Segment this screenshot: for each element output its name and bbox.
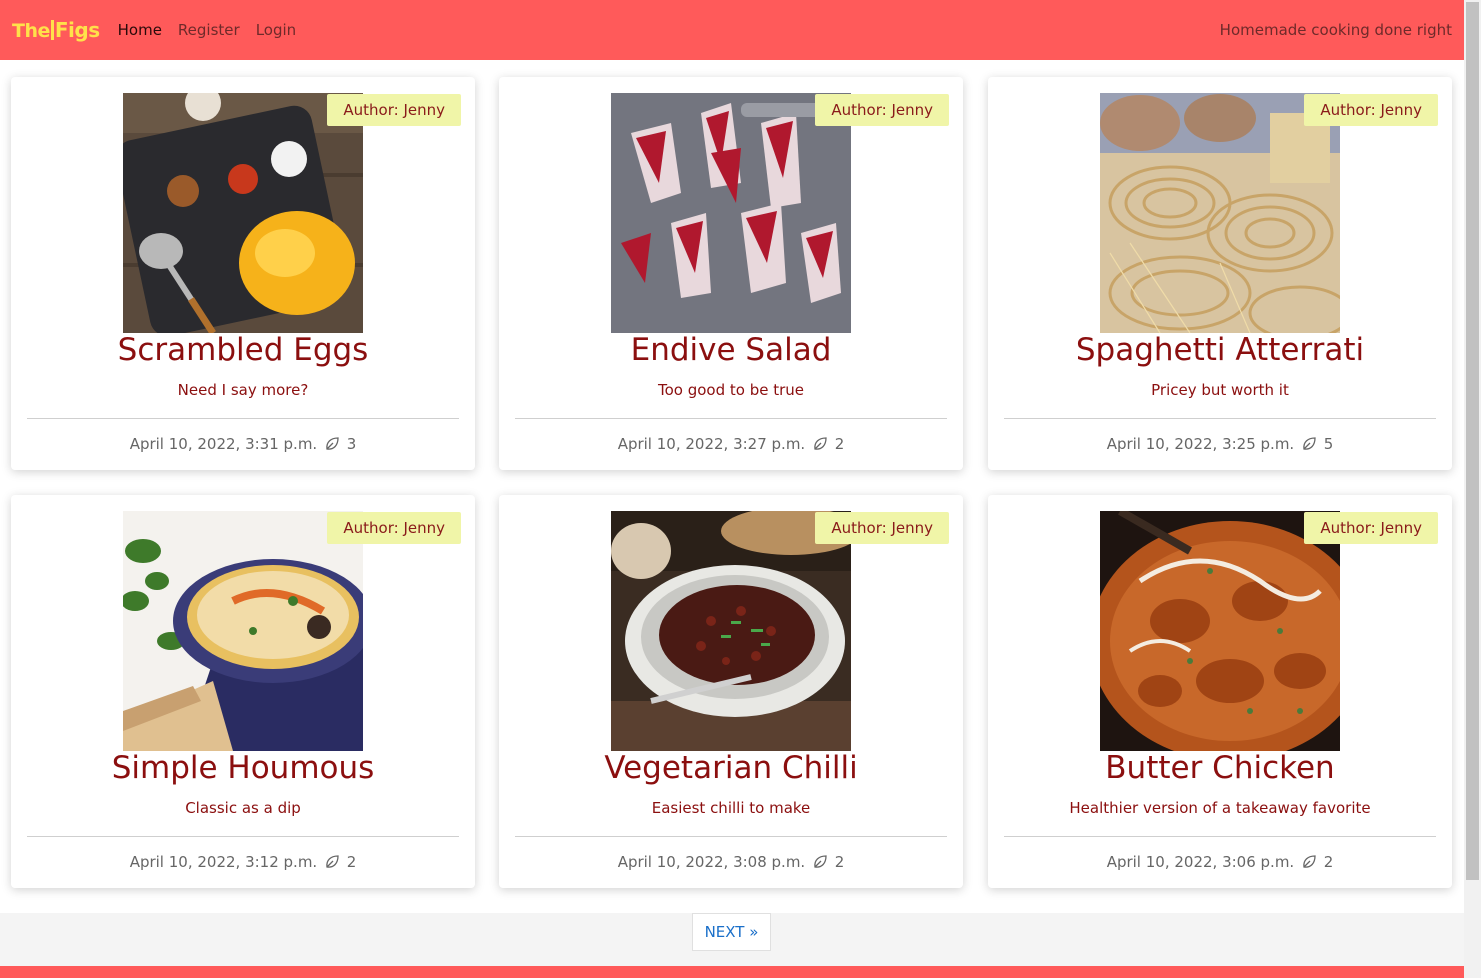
post-date: April 10, 2022, 3:31 p.m. <box>129 435 318 453</box>
post-title[interactable]: Scrambled Eggs <box>11 332 475 368</box>
navbar: The Figs Home Register Login Homemade coo… <box>0 0 1464 60</box>
post-image-butter-chicken[interactable] <box>1100 511 1340 751</box>
post-meta: April 10, 2022, 3:25 p.m. 5 <box>988 435 1452 456</box>
scrollbar-thumb[interactable] <box>1466 2 1479 880</box>
next-page-button[interactable]: NEXT » <box>692 913 771 951</box>
author-badge: Author: Jenny <box>1304 94 1438 126</box>
post-card[interactable]: Author: Jenny Scrambled Eggs Need I say … <box>11 77 475 470</box>
brand-part2: Figs <box>54 18 100 42</box>
post-excerpt: Classic as a dip <box>185 799 301 817</box>
post-image-vegetarian-chilli[interactable] <box>611 511 851 751</box>
post-title[interactable]: Vegetarian Chilli <box>499 750 963 786</box>
post-date: April 10, 2022, 3:25 p.m. <box>1106 435 1295 453</box>
vertical-scrollbar[interactable] <box>1464 0 1481 978</box>
post-excerpt: Pricey but worth it <box>1151 381 1289 399</box>
author-badge: Author: Jenny <box>815 94 949 126</box>
brand-part1: The <box>12 20 50 42</box>
post-image-spaghetti[interactable] <box>1100 93 1340 333</box>
leaf-icon <box>324 436 340 456</box>
like-count: 2 <box>1323 853 1334 871</box>
author-badge: Author: Jenny <box>327 94 461 126</box>
post-grid: Author: Jenny Scrambled Eggs Need I say … <box>0 60 1464 913</box>
like-count: 5 <box>1323 435 1334 453</box>
card-divider <box>1004 836 1436 837</box>
author-badge: Author: Jenny <box>815 512 949 544</box>
like-count: 3 <box>346 435 357 453</box>
leaf-icon <box>1301 854 1317 874</box>
post-title[interactable]: Endive Salad <box>499 332 963 368</box>
post-image-endive-salad[interactable] <box>611 93 851 333</box>
author-badge: Author: Jenny <box>1304 512 1438 544</box>
footer <box>0 966 1464 978</box>
author-badge: Author: Jenny <box>327 512 461 544</box>
post-date: April 10, 2022, 3:12 p.m. <box>129 853 318 871</box>
post-meta: April 10, 2022, 3:06 p.m. 2 <box>988 853 1452 874</box>
card-divider <box>1004 418 1436 419</box>
post-title[interactable]: Simple Houmous <box>11 750 475 786</box>
post-excerpt: Too good to be true <box>657 381 805 399</box>
leaf-icon <box>812 854 828 874</box>
post-title[interactable]: Butter Chicken <box>988 750 1452 786</box>
post-date: April 10, 2022, 3:27 p.m. <box>617 435 806 453</box>
post-meta: April 10, 2022, 3:12 p.m. 2 <box>11 853 475 874</box>
card-divider <box>27 418 459 419</box>
leaf-icon <box>1301 436 1317 456</box>
post-card[interactable]: Author: Jenny Vegetarian Chilli Easiest … <box>499 495 963 888</box>
post-card[interactable]: Author: Jenny Simple Houmous Classic as … <box>11 495 475 888</box>
post-excerpt: Need I say more? <box>177 381 309 399</box>
post-image-houmous[interactable] <box>123 511 363 751</box>
post-meta: April 10, 2022, 3:08 p.m. 2 <box>499 853 963 874</box>
brand-separator <box>50 20 54 40</box>
nav-register-link[interactable]: Register <box>178 21 240 39</box>
post-card[interactable]: Author: Jenny Butter Chicken Healthier v… <box>988 495 1452 888</box>
like-count: 2 <box>834 853 845 871</box>
post-card[interactable]: Author: Jenny Spaghetti Atterrati Pricey… <box>988 77 1452 470</box>
post-title[interactable]: Spaghetti Atterrati <box>988 332 1452 368</box>
post-date: April 10, 2022, 3:06 p.m. <box>1106 853 1295 871</box>
nav-home-link[interactable]: Home <box>118 21 162 39</box>
leaf-icon <box>812 436 828 456</box>
card-divider <box>27 836 459 837</box>
card-divider <box>515 418 947 419</box>
brand-logo[interactable]: The Figs <box>12 18 100 42</box>
like-count: 2 <box>346 853 357 871</box>
card-divider <box>515 836 947 837</box>
post-excerpt: Easiest chilli to make <box>651 799 811 817</box>
post-excerpt: Healthier version of a takeaway favorite <box>1069 799 1371 817</box>
post-meta: April 10, 2022, 3:31 p.m. 3 <box>11 435 475 456</box>
post-date: April 10, 2022, 3:08 p.m. <box>617 853 806 871</box>
like-count: 2 <box>834 435 845 453</box>
site-tagline: Homemade cooking done right <box>1219 21 1452 39</box>
nav-login-link[interactable]: Login <box>256 21 296 39</box>
post-card[interactable]: Author: Jenny Endive Salad Too good to b… <box>499 77 963 470</box>
post-meta: April 10, 2022, 3:27 p.m. 2 <box>499 435 963 456</box>
post-image-scrambled-eggs[interactable] <box>123 93 363 333</box>
leaf-icon <box>324 854 340 874</box>
